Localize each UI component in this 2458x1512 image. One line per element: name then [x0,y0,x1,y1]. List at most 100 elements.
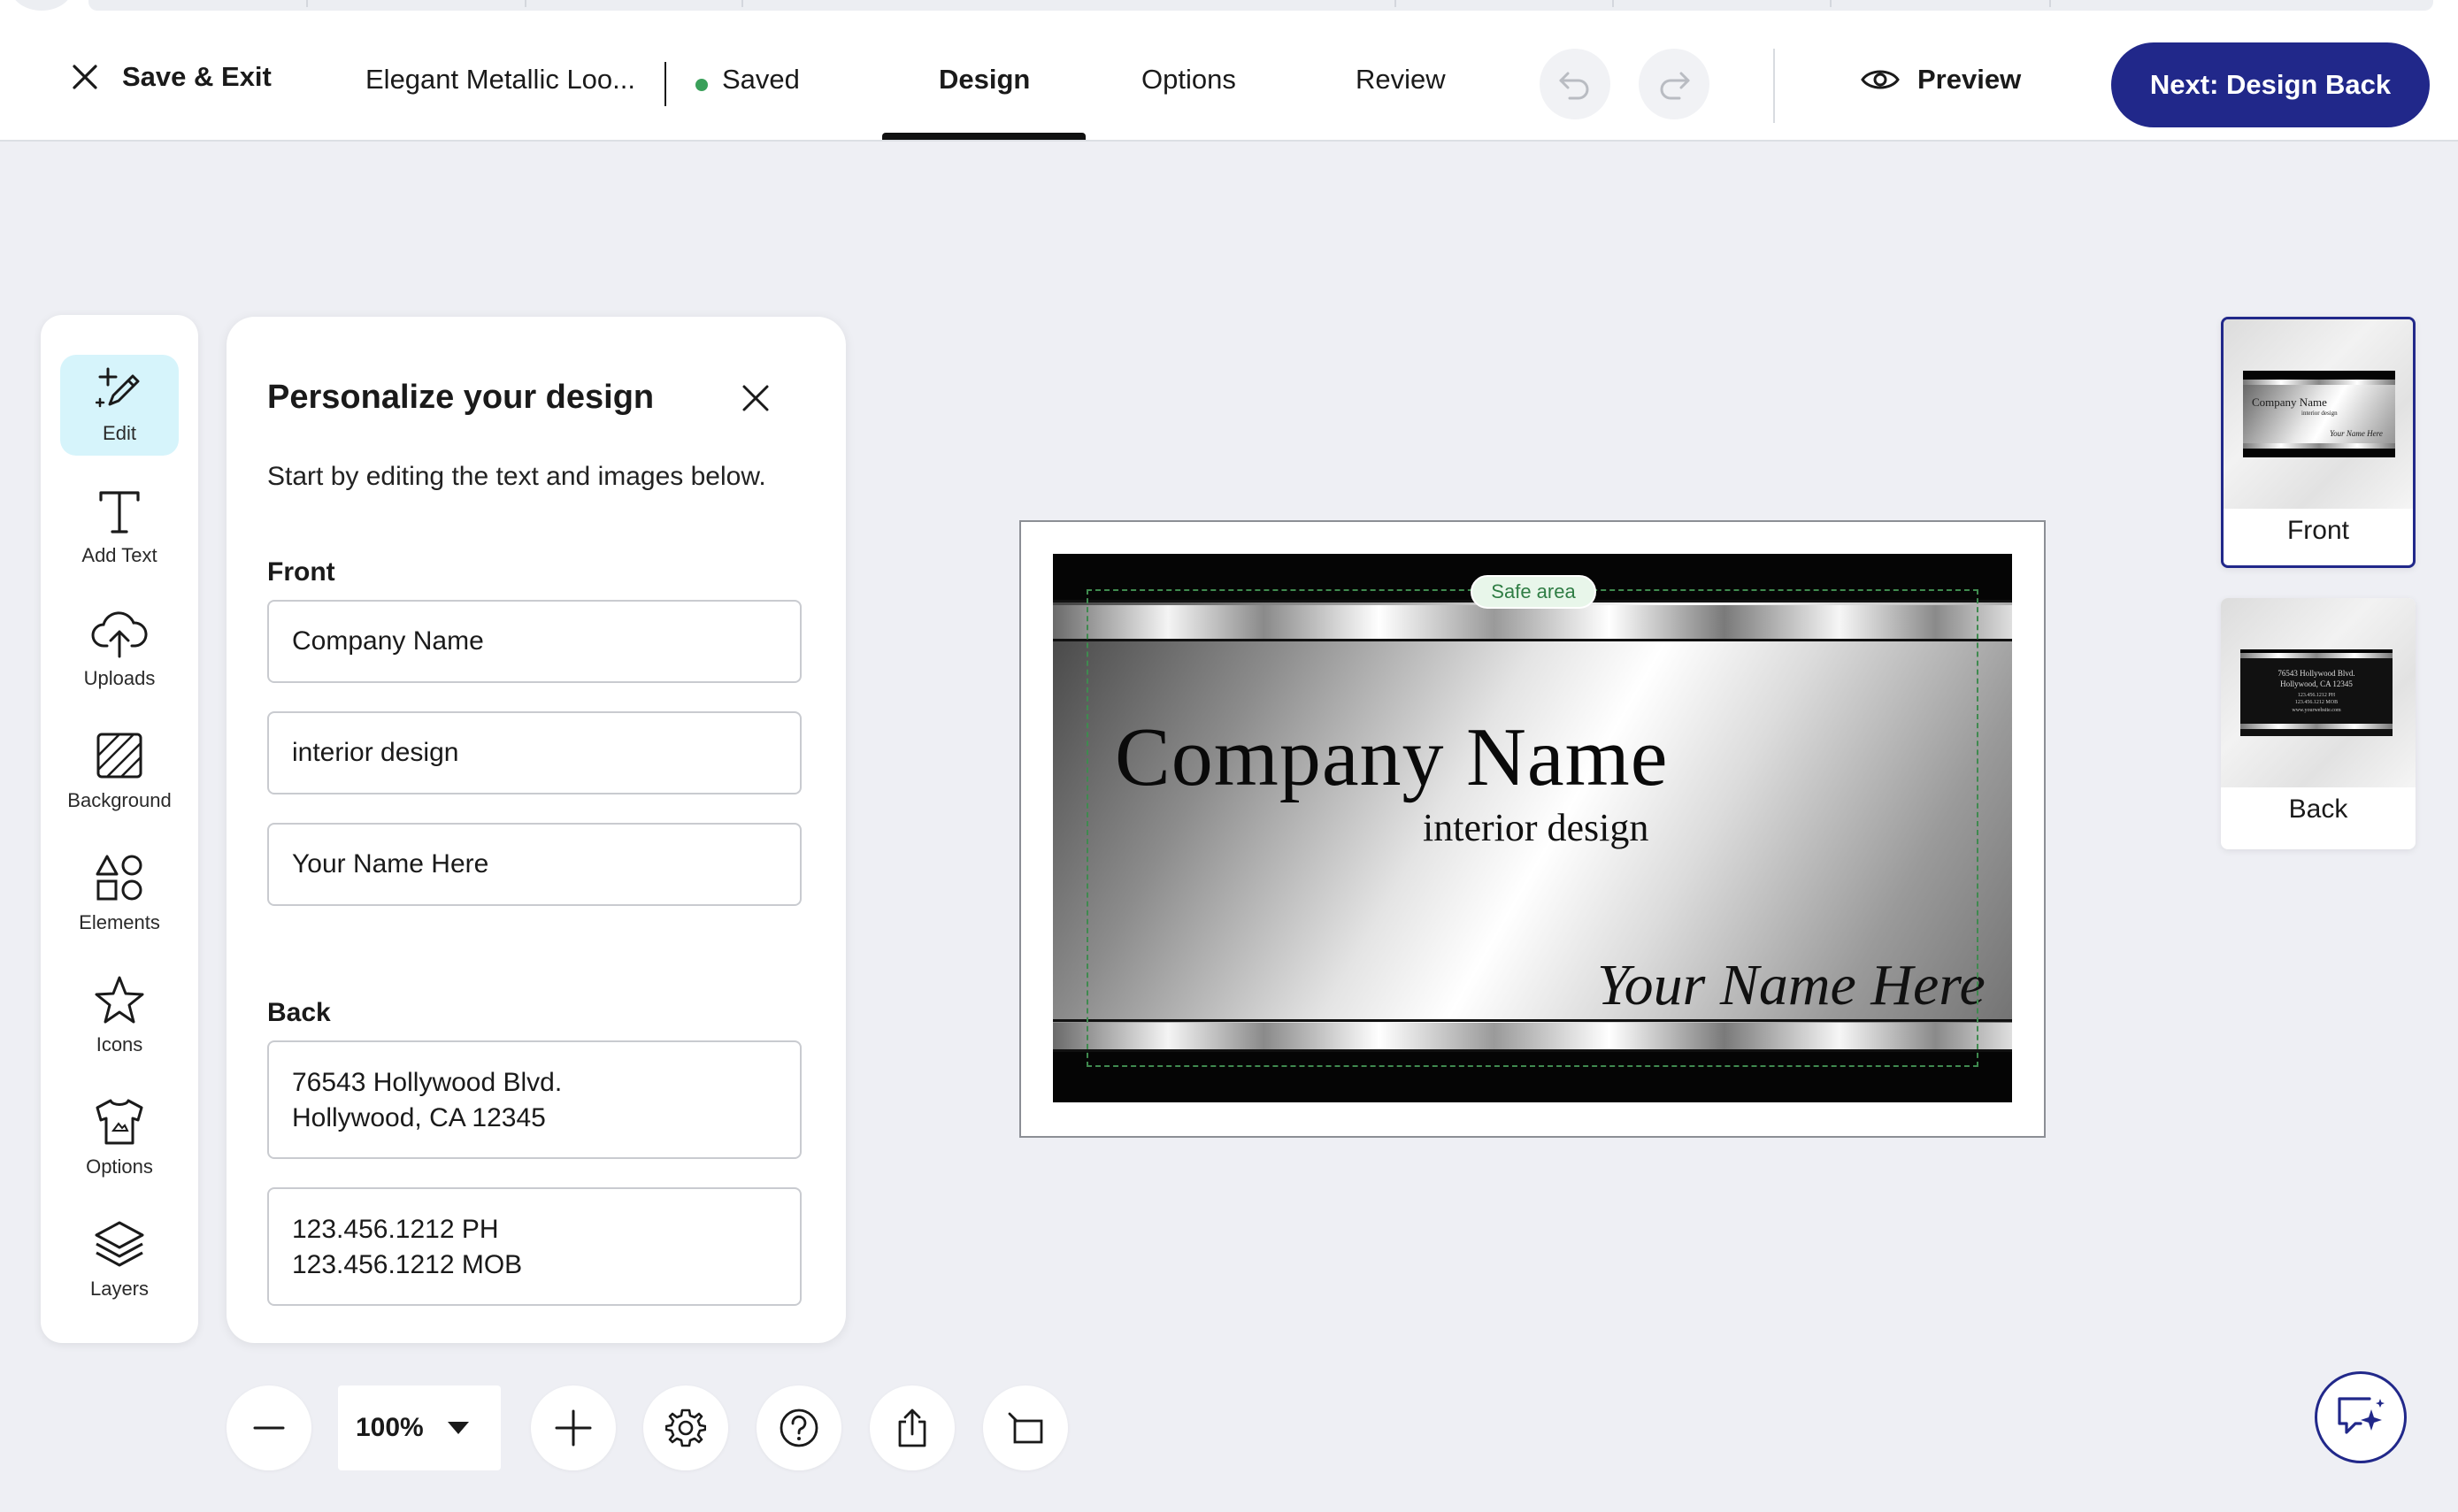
your-name-input[interactable] [267,823,802,906]
preview-button[interactable]: Preview [1861,64,2021,96]
eye-icon [1861,70,1900,89]
tool-label: Options [86,1155,153,1178]
star-icon [95,976,144,1024]
panel-subtitle: Start by editing the text and images bel… [267,462,766,491]
tab-divider [2049,0,2051,7]
zoom-out-button[interactable] [227,1385,311,1470]
app-header: Save & Exit Elegant Metallic Loo... Save… [0,12,2458,142]
resize-icon [1008,1412,1043,1444]
tool-label: Icons [96,1033,143,1055]
tab-divider [1394,0,1396,7]
tab-review[interactable]: Review [1356,64,1446,96]
thumb-front-line: Company Name [2252,395,2327,409]
zoom-in-button[interactable] [531,1385,616,1470]
tool-label: Layers [89,1278,150,1300]
tool-label: Edit [103,422,136,444]
thumb-front-line: Your Name Here [2330,429,2383,438]
company-name-input[interactable] [267,600,802,683]
tab-divider [1830,0,1832,7]
tool-label: Elements [79,911,160,933]
personalize-panel: Personalize your design Start by editing… [227,317,846,1343]
background-icon [96,733,142,779]
active-tab-indicator [882,133,1086,140]
business-card-front[interactable]: Company Name interior design Your Name H… [1053,554,2012,1102]
tab-divider [306,0,308,7]
tool-background[interactable]: Background [60,721,179,822]
tab-divider [1612,0,1614,7]
safe-area-guide [1087,589,1978,1067]
tool-icons[interactable]: Icons [60,965,179,1066]
close-icon [742,385,769,411]
gear-icon [665,1408,706,1447]
next-design-back-button[interactable]: Next: Design Back [2111,42,2430,127]
tool-edit[interactable]: Edit [60,355,179,456]
front-section-label: Front [267,557,335,587]
save-exit-button[interactable]: Save & Exit [71,55,272,99]
mini-band [2243,380,2395,385]
shapes-icon [96,855,142,901]
tool-add-text[interactable]: Add Text [60,477,179,578]
chat-sparkle-icon [2338,1397,2385,1434]
safe-area-badge: Safe area [1471,575,1596,609]
back-section-label: Back [267,998,331,1027]
thumb-back-line: Hollywood, CA 12345 [2280,679,2353,688]
thumb-back-line: 123.456.1212 MOB [2294,700,2339,705]
document-title[interactable]: Elegant Metallic Loo... [365,64,635,96]
mini-band [2243,449,2395,457]
help-icon [780,1408,818,1447]
thumb-back-line: 123.456.1212 PH [2297,693,2336,698]
plus-icon [555,1409,592,1447]
help-button[interactable] [757,1385,841,1470]
redo-button[interactable] [1639,49,1709,119]
redo-icon [1660,72,1690,100]
tagline-input[interactable] [267,711,802,794]
ai-chat-button[interactable] [2315,1371,2407,1463]
header-divider [664,62,666,106]
thumb-back-line: www.yourwebsite.com [2292,708,2341,713]
thumb-back-card: 76543 Hollywood Blvd. Hollywood, CA 1234… [2240,649,2393,736]
address-input[interactable] [267,1040,802,1159]
shirt-icon [96,1099,143,1145]
saved-status-dot [695,79,708,91]
settings-button[interactable] [643,1385,728,1470]
upload-cloud-icon [91,611,148,658]
header-separator [1773,49,1775,123]
tool-label: Background [67,789,172,811]
browser-tab-bar [88,0,2433,11]
mini-band [2240,653,2393,658]
undo-button[interactable] [1540,49,1610,119]
zoom-value: 100% [356,1413,424,1442]
zoom-select[interactable]: 100% [338,1385,501,1470]
mini-band [2240,724,2393,729]
thumb-front-card: Company Name interior design Your Name H… [2243,371,2395,457]
thumb-front-line: interior design [2301,410,2338,417]
text-icon [99,491,140,533]
tool-layers[interactable]: Layers [60,1209,179,1310]
save-status: Saved [722,64,800,95]
resize-button[interactable] [983,1385,1068,1470]
close-icon [73,65,97,89]
phone-input[interactable] [267,1187,802,1306]
undo-icon [1559,72,1589,100]
page-thumb-back[interactable]: 76543 Hollywood Blvd. Hollywood, CA 1234… [2221,598,2416,849]
tool-elements[interactable]: Elements [60,843,179,944]
tool-uploads[interactable]: Uploads [60,599,179,700]
tool-label: Uploads [83,667,156,689]
edit-sparkle-icon [96,367,140,408]
tab-divider [741,0,743,7]
share-button[interactable] [870,1385,955,1470]
panel-title: Personalize your design [267,379,655,416]
tool-rail: Edit Add Text Uploads Background Element… [41,315,198,1343]
mini-band [2243,371,2395,380]
close-panel-button[interactable] [738,380,773,416]
share-icon [898,1408,926,1447]
layers-icon [95,1221,144,1267]
save-exit-label: Save & Exit [122,61,272,92]
tab-options[interactable]: Options [1141,64,1236,96]
page-thumb-front[interactable]: Company Name interior design Your Name H… [2221,317,2416,568]
preview-label: Preview [1917,64,2022,95]
tab-design[interactable]: Design [939,64,1030,96]
caret-down-icon [447,1422,469,1434]
tool-options[interactable]: Options [60,1087,179,1188]
thumb-back-label: Back [2288,794,2348,824]
